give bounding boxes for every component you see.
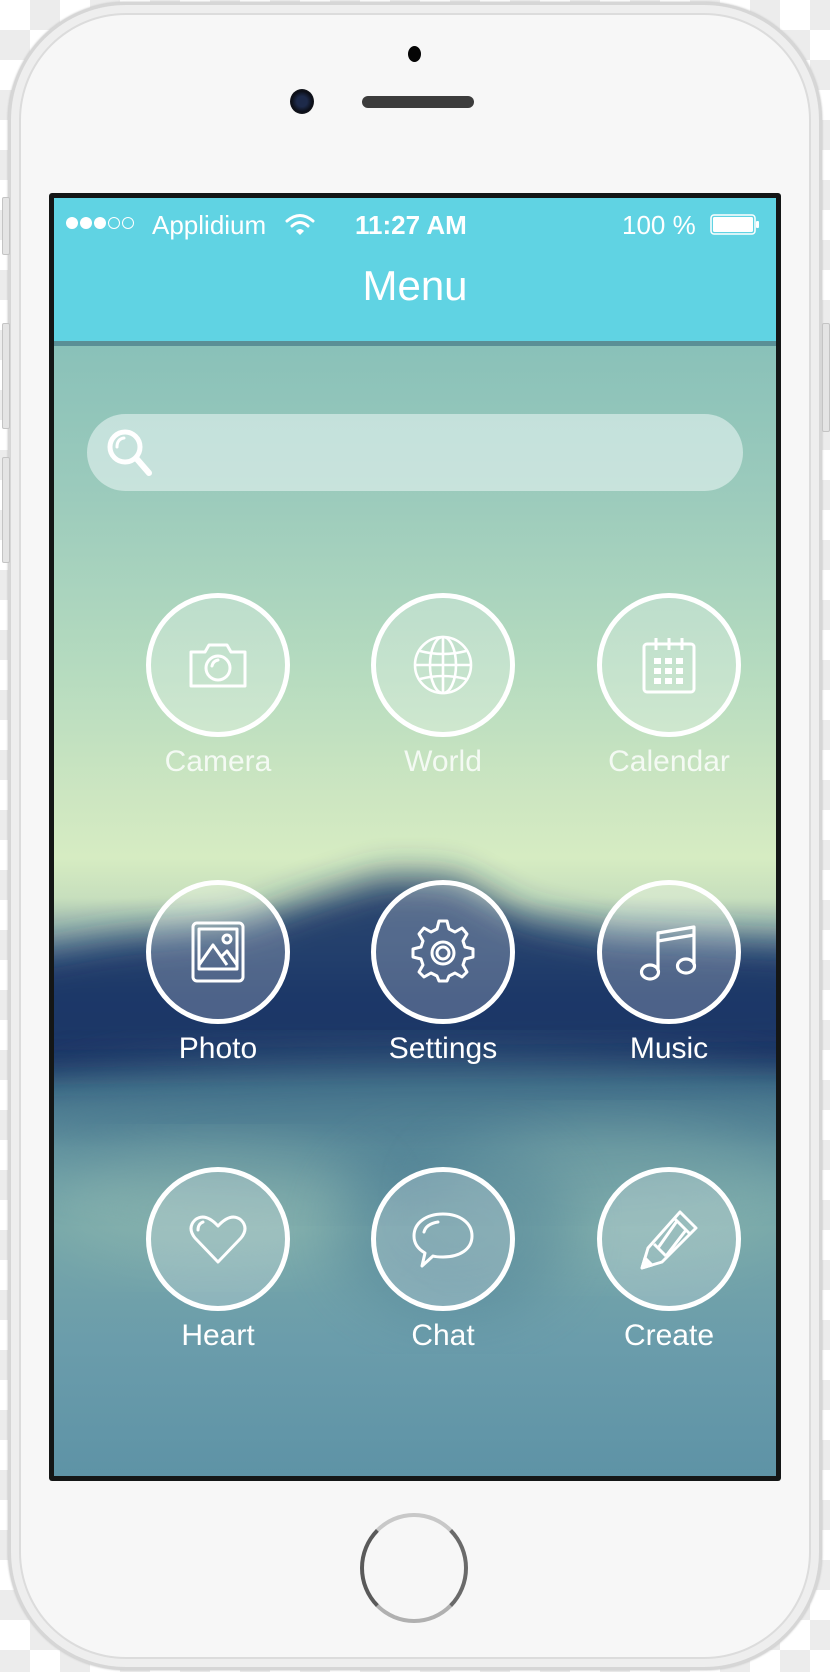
camera-icon <box>189 643 247 688</box>
menu-item-label: Calendar <box>608 745 730 778</box>
menu-item-button[interactable] <box>597 1167 741 1311</box>
music-note-icon <box>639 925 697 981</box>
gear-icon <box>411 919 475 983</box>
menu-item-button[interactable] <box>146 1167 290 1311</box>
menu-item-button[interactable] <box>371 593 515 737</box>
menu-item-world[interactable]: World <box>343 593 543 823</box>
globe-icon <box>413 635 473 695</box>
signal-strength-icon <box>66 217 134 229</box>
menu-item-button[interactable] <box>597 593 741 737</box>
battery-icon <box>710 214 759 235</box>
status-bar: Applidium 11:27 AM 100 % <box>54 198 776 254</box>
volume-up-button[interactable] <box>2 323 10 429</box>
menu-item-label: World <box>404 745 482 778</box>
menu-item-button[interactable] <box>146 593 290 737</box>
menu-item-music[interactable]: Music <box>569 880 769 1110</box>
menu-item-label: Settings <box>388 1032 498 1065</box>
power-button[interactable] <box>822 323 830 432</box>
menu-item-label: Photo <box>178 1032 258 1065</box>
signal-dot-filled <box>80 217 92 229</box>
menu-item-button[interactable] <box>371 1167 515 1311</box>
chat-bubble-icon <box>412 1212 474 1268</box>
menu-item-button[interactable] <box>146 880 290 1024</box>
search-input[interactable] <box>173 414 717 493</box>
signal-dot-filled <box>94 217 106 229</box>
menu-item-create[interactable]: Create <box>569 1167 769 1397</box>
menu-item-label: Heart <box>181 1319 255 1352</box>
search-icon <box>107 429 152 476</box>
calendar-icon <box>642 638 696 694</box>
proximity-sensor <box>408 46 421 62</box>
menu-item-label: Music <box>629 1032 709 1065</box>
menu-item-heart[interactable]: Heart <box>118 1167 318 1397</box>
front-camera <box>290 89 314 114</box>
page-title: Menu <box>362 262 468 309</box>
menu-item-label: Camera <box>164 745 272 778</box>
menu-item-settings[interactable]: Settings <box>343 880 543 1110</box>
menu-item-chat[interactable]: Chat <box>343 1167 543 1397</box>
menu-item-label: Create <box>623 1319 715 1352</box>
search-bar[interactable] <box>87 414 743 493</box>
home-button[interactable] <box>360 1513 468 1623</box>
menu-item-camera[interactable]: Camera <box>118 593 318 823</box>
wifi-icon <box>285 214 315 235</box>
menu-item-label: Chat <box>411 1319 475 1352</box>
photo-icon <box>191 921 245 983</box>
clock: 11:27 AM <box>355 210 467 240</box>
menu-item-button[interactable] <box>597 880 741 1024</box>
app-screen: Applidium 11:27 AM 100 % Menu Camera Wor… <box>54 198 776 1476</box>
volume-down-button[interactable] <box>2 457 10 563</box>
nav-header: Applidium 11:27 AM 100 % Menu <box>54 198 776 346</box>
signal-dot-filled <box>66 217 78 229</box>
menu-item-button[interactable] <box>371 880 515 1024</box>
battery-percentage: 100 % <box>622 210 696 240</box>
menu-item-calendar[interactable]: Calendar <box>569 593 769 823</box>
signal-dot-empty <box>122 217 134 229</box>
mute-switch[interactable] <box>2 197 10 255</box>
earpiece-speaker <box>362 96 474 108</box>
pencil-icon <box>640 1210 698 1270</box>
signal-dot-empty <box>108 217 120 229</box>
menu-item-photo[interactable]: Photo <box>118 880 318 1110</box>
carrier-name: Applidium <box>152 210 267 240</box>
heart-icon <box>189 1215 247 1264</box>
